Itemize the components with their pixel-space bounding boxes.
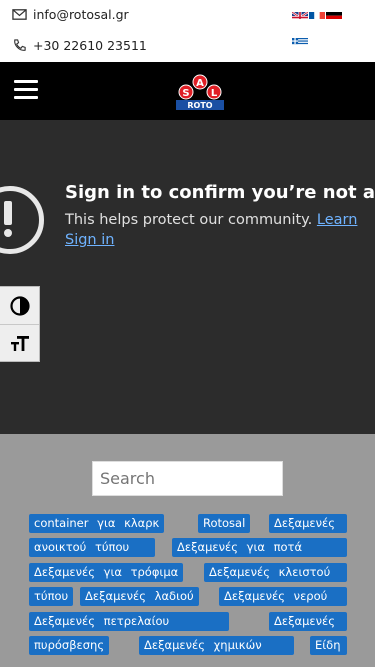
tag-link[interactable]: Δεξαμενές κλειστού	[204, 563, 347, 582]
tag-link[interactable]: Δεξαμενές για τρόφιμα	[29, 563, 184, 582]
flag-de-icon[interactable]	[326, 8, 342, 19]
notice-body-text: This helps protect our community.	[65, 212, 313, 228]
svg-text:S: S	[182, 88, 189, 99]
top-contact-bar: info@rotosal.gr +30 22610 23511	[0, 0, 375, 62]
phone-text: +30 22610 23511	[33, 38, 147, 53]
site-header: ROTO S A L	[0, 62, 375, 120]
email-contact[interactable]: info@rotosal.gr	[12, 7, 129, 22]
text-size-icon	[10, 336, 29, 351]
flag-en-icon[interactable]	[292, 8, 308, 19]
tag-link[interactable]: Δεξαμενές χημικών	[139, 636, 294, 655]
alert-icon	[0, 186, 44, 254]
svg-text:ROTO: ROTO	[187, 101, 212, 110]
svg-text:A: A	[196, 78, 204, 89]
contrast-toggle-button[interactable]	[0, 287, 39, 324]
notice-body: This helps protect our community. Learn	[65, 212, 357, 228]
tag-link[interactable]: Δεξαμενές νερού	[219, 587, 347, 606]
notice-title: Sign in to confirm you’re not a bo	[65, 182, 375, 203]
embedded-video-notice: Sign in to confirm you’re not a bo This …	[0, 120, 375, 434]
rotosal-logo[interactable]: ROTO S A L	[172, 73, 228, 111]
tag-link[interactable]: Δεξαμενές λαδιού	[80, 587, 199, 606]
phone-contact[interactable]: +30 22610 23511	[12, 38, 147, 53]
flag-fr-icon[interactable]	[309, 8, 325, 19]
contrast-icon	[9, 295, 30, 316]
tag-link[interactable]: Δεξαμενές	[269, 612, 347, 631]
language-switcher	[292, 8, 344, 46]
tag-link[interactable]: πυρόσβεσης	[29, 636, 110, 655]
tag-link[interactable]: Rotosal	[198, 514, 251, 533]
tag-link[interactable]: Δεξαμενές για ποτά	[172, 538, 347, 557]
tag-link[interactable]: container για κλαρκ	[29, 514, 165, 533]
envelope-icon	[12, 9, 27, 20]
font-size-button[interactable]	[0, 324, 39, 361]
flag-gr-icon[interactable]	[292, 34, 308, 45]
footer-widgets: container για κλαρκ Rotosal Δεξαμενές αν…	[0, 434, 375, 667]
svg-text:L: L	[211, 88, 218, 99]
tag-link[interactable]: Δεξαμενές	[269, 514, 347, 533]
search-input[interactable]	[92, 461, 283, 496]
tag-link[interactable]: Δεξαμενές πετρελαίου	[29, 612, 229, 631]
tag-link[interactable]: τύπου	[29, 587, 74, 606]
tag-link[interactable]: Είδη	[310, 636, 347, 655]
phone-icon	[14, 39, 26, 51]
sign-in-link[interactable]: Sign in	[65, 232, 114, 248]
email-text: info@rotosal.gr	[33, 7, 129, 22]
menu-icon[interactable]	[14, 80, 38, 100]
accessibility-toolbar	[0, 286, 40, 362]
learn-more-link[interactable]: Learn	[317, 212, 358, 228]
tag-link[interactable]: ανοικτού τύπου	[29, 538, 155, 557]
